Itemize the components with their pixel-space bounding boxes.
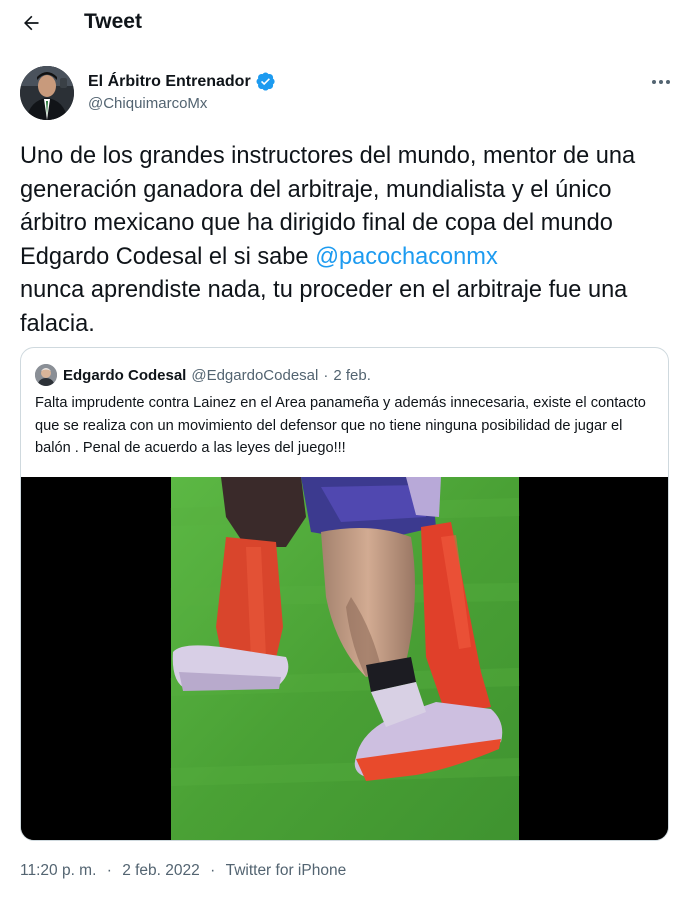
author-display-name[interactable]: El Árbitro Entrenador bbox=[88, 73, 251, 91]
quoted-author-avatar bbox=[35, 364, 57, 386]
quoted-tweet-header: Edgardo Codesal @EdgardoCodesal · 2 feb. bbox=[35, 364, 371, 386]
quoted-separator: · bbox=[323, 366, 329, 384]
tweet-date[interactable]: 2 feb. 2022 bbox=[122, 862, 200, 880]
meta-separator: · bbox=[106, 862, 112, 879]
tweet-time[interactable]: 11:20 p. m. bbox=[20, 862, 96, 880]
more-options-icon bbox=[652, 80, 670, 84]
mention-link[interactable]: @pacochaconmx bbox=[315, 244, 498, 270]
author-name-row: El Árbitro Entrenador bbox=[88, 72, 275, 91]
tweet-text-after: nunca aprendiste nada, tu proceder en el… bbox=[20, 277, 628, 337]
top-bar: Tweet bbox=[0, 0, 697, 46]
page-title: Tweet bbox=[84, 10, 142, 33]
tweet-source[interactable]: Twitter for iPhone bbox=[226, 862, 347, 880]
back-button[interactable] bbox=[14, 8, 48, 38]
verified-badge-icon bbox=[256, 72, 275, 91]
meta-separator: · bbox=[210, 862, 216, 879]
quoted-tweet-text: Falta imprudente contra Lainez en el Are… bbox=[35, 395, 646, 456]
tweet-author: El Árbitro Entrenador @ChiquimarcoMx bbox=[20, 66, 680, 122]
quoted-date: 2 feb. bbox=[333, 366, 371, 384]
more-options-button[interactable] bbox=[648, 72, 674, 92]
author-avatar[interactable] bbox=[20, 66, 74, 120]
arrow-left-icon bbox=[24, 15, 39, 31]
tweet-metadata: 11:20 p. m. · 2 feb. 2022 · Twitter for … bbox=[20, 862, 346, 880]
quoted-author-name: Edgardo Codesal bbox=[63, 366, 187, 384]
quoted-author-handle: @EdgardoCodesal bbox=[191, 366, 319, 384]
tweet-text: Uno de los grandes instructores del mund… bbox=[20, 140, 680, 342]
quoted-tweet-image[interactable] bbox=[21, 477, 668, 840]
author-handle[interactable]: @ChiquimarcoMx bbox=[88, 95, 207, 112]
quoted-tweet[interactable]: Edgardo Codesal @EdgardoCodesal · 2 feb.… bbox=[20, 347, 669, 841]
